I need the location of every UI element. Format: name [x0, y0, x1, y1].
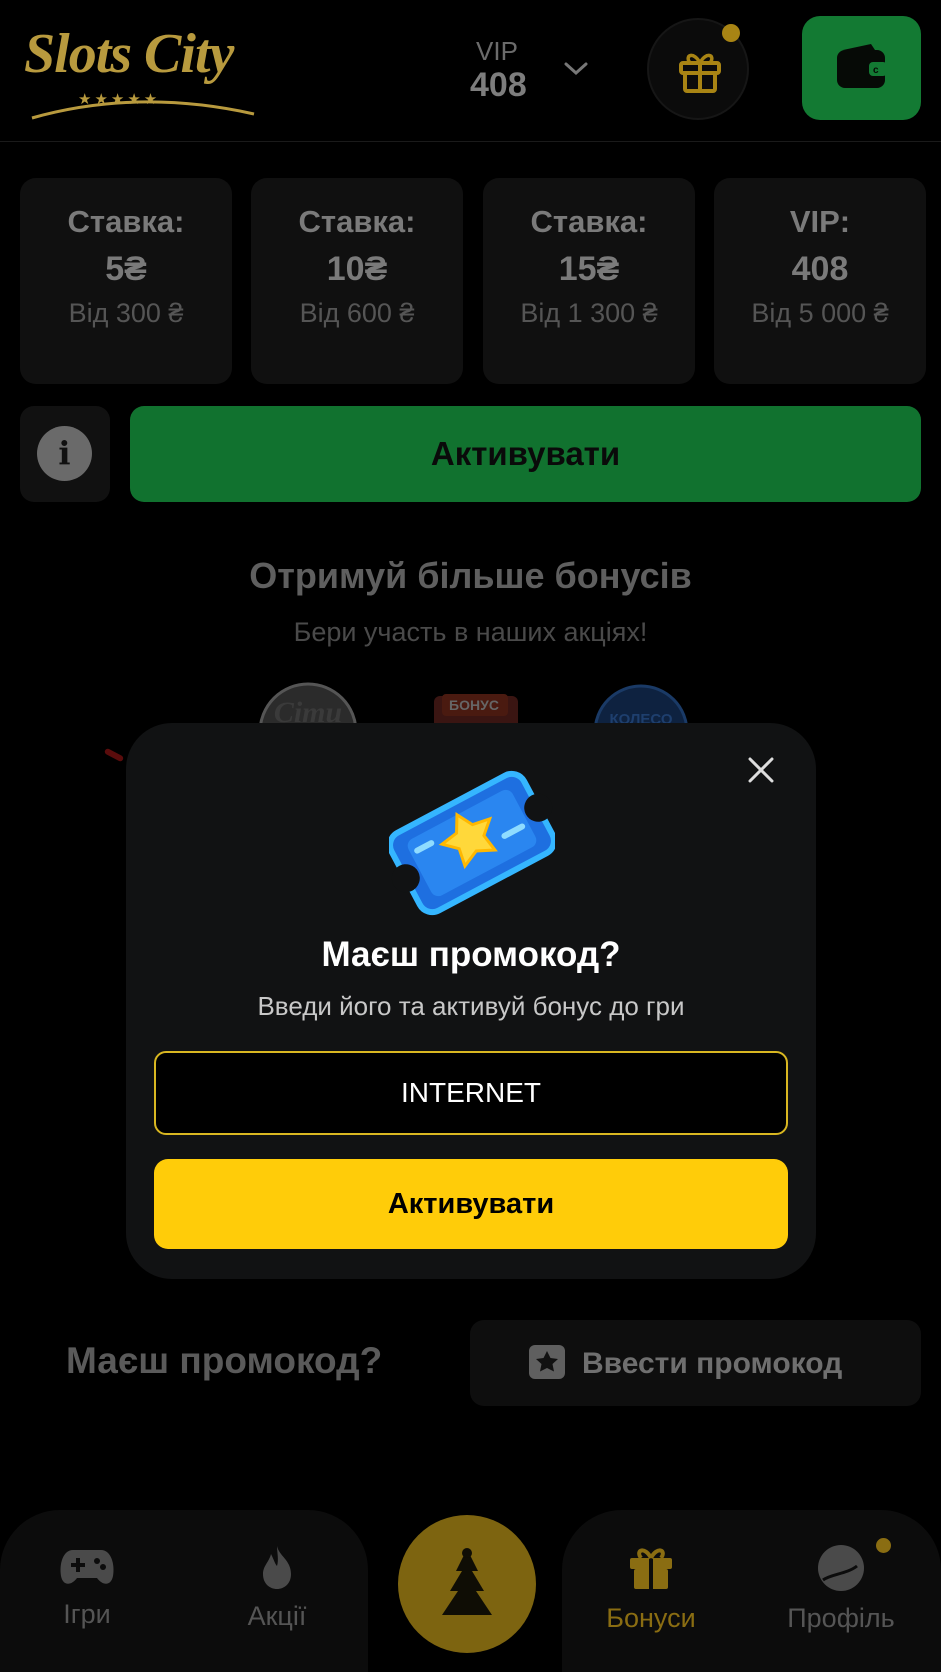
activate-button[interactable]: Активувати	[130, 406, 921, 502]
stake-card[interactable]: Ставка: 5₴ Від 300 ₴	[20, 178, 232, 384]
card-title: Ставка:	[298, 204, 416, 239]
bonus-icon[interactable]: БОНУС	[428, 682, 528, 726]
logo-text: Slots City	[24, 23, 234, 85]
nav-profile-label: Профіль	[787, 1603, 895, 1633]
bonus-label: БОНУС	[449, 697, 499, 713]
promo-code-input[interactable]	[154, 1051, 788, 1135]
vip-card[interactable]: VIP: 408 Від 5 000 ₴	[714, 178, 926, 384]
nav-bonuses[interactable]: Бонуси	[566, 1544, 736, 1634]
sloty-icon[interactable]: Сіти	[258, 682, 358, 726]
flame-icon	[263, 1546, 291, 1589]
card-min: Від 5 000 ₴	[751, 298, 889, 328]
enter-promo-label: Ввести промокод	[582, 1347, 843, 1380]
modal-title: Маєш промокод?	[321, 935, 621, 974]
card-title: VIP:	[789, 204, 851, 239]
profile-icon	[818, 1545, 864, 1591]
gamepad-icon	[60, 1550, 114, 1584]
vip-label: VIP	[476, 36, 518, 66]
ticket-star-icon	[389, 770, 555, 916]
close-icon[interactable]	[746, 755, 776, 785]
nav-games-label: Ігри	[63, 1599, 111, 1629]
card-title: Ставка:	[530, 204, 648, 239]
info-icon: i	[37, 426, 92, 481]
notification-dot	[722, 24, 740, 42]
promotions-subtitle: Бери участь в наших акціях!	[293, 617, 648, 647]
stake-cards: Ставка: 5₴ Від 300 ₴ Ставка: 10₴ Від 600…	[20, 178, 926, 384]
nav-promotions-label: Акції	[247, 1601, 307, 1631]
sloty-label: Сіти	[274, 696, 342, 726]
card-min: Від 300 ₴	[68, 298, 184, 328]
gift-icon	[679, 53, 721, 93]
header: Slots City ★★★★★ VIP 408 c	[0, 0, 941, 142]
wallet-icon: c	[837, 44, 887, 88]
promo-modal: Маєш промокод? Введи його та активуй бон…	[126, 723, 816, 1279]
tree-gift-icon	[442, 1548, 492, 1615]
center-action-button[interactable]	[398, 1515, 536, 1653]
card-amount: 10₴	[326, 250, 388, 288]
nav-profile[interactable]: Профіль	[756, 1544, 926, 1634]
logo[interactable]: Slots City ★★★★★	[24, 22, 256, 120]
modal-activate-button[interactable]: Активувати	[154, 1159, 788, 1249]
chevron-down-icon	[564, 62, 588, 76]
card-amount: 5₴	[105, 250, 147, 288]
notification-dot	[876, 1538, 891, 1553]
vip-selector[interactable]: VIP 408	[470, 32, 600, 112]
info-button[interactable]: i	[20, 406, 110, 502]
wallet-button[interactable]: c	[802, 16, 921, 120]
promo-question: Маєш промокод?	[66, 1340, 383, 1381]
stake-card[interactable]: Ставка: 10₴ Від 600 ₴	[251, 178, 463, 384]
logo-stars: ★★★★★	[78, 91, 161, 108]
nav-bonuses-label: Бонуси	[606, 1603, 696, 1633]
ticket-star-icon	[529, 1345, 565, 1379]
wheel-icon[interactable]: КОЛЕСО	[593, 682, 693, 726]
card-amount: 408	[791, 250, 849, 288]
vip-value: 408	[470, 66, 527, 104]
svg-text:c: c	[873, 65, 879, 76]
modal-subtitle: Введи його та активуй бонус до гри	[257, 991, 685, 1021]
gift-icon	[630, 1548, 672, 1589]
promotions-title: Отримуй більше бонусів	[249, 555, 692, 596]
nav-games[interactable]: Ігри	[2, 1546, 172, 1630]
decorative-mark	[103, 747, 125, 763]
card-amount: 15₴	[558, 250, 620, 288]
enter-promo-button[interactable]: Ввести промокод	[470, 1320, 921, 1406]
stake-card[interactable]: Ставка: 15₴ Від 1 300 ₴	[483, 178, 695, 384]
card-min: Від 600 ₴	[299, 298, 415, 328]
nav-promotions[interactable]: Акції	[192, 1544, 362, 1632]
card-min: Від 1 300 ₴	[520, 298, 658, 328]
card-title: Ставка:	[67, 204, 185, 239]
